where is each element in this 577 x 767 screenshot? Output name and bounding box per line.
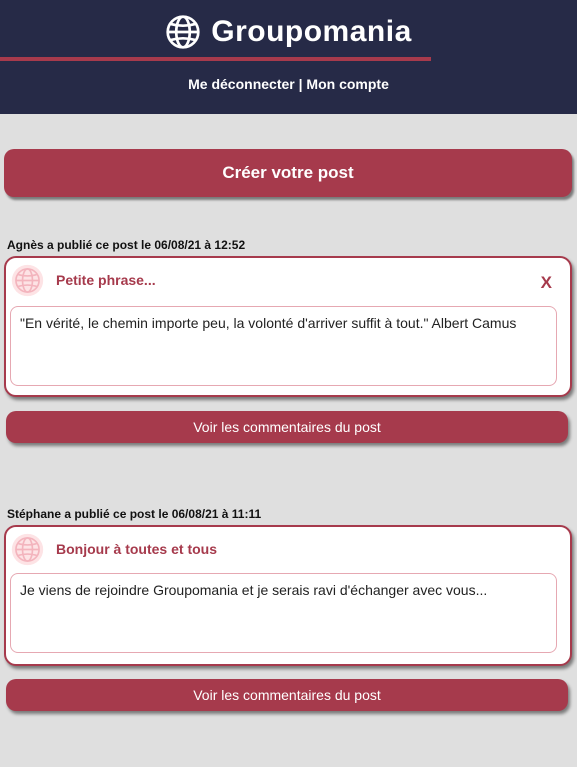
header: Groupomania Me déconnecter | Mon compte: [0, 0, 577, 114]
post-meta: Agnès a publié ce post le 06/08/21 à 12:…: [7, 238, 246, 252]
post-content: "En vérité, le chemin importe peu, la vo…: [10, 306, 557, 386]
post-title: Petite phrase...: [56, 272, 156, 288]
post-title: Bonjour à toutes et tous: [56, 541, 217, 557]
view-comments-button[interactable]: Voir les commentaires du post: [6, 679, 568, 711]
logout-link[interactable]: Me déconnecter: [188, 76, 295, 92]
view-comments-button[interactable]: Voir les commentaires du post: [6, 411, 568, 443]
create-post-button[interactable]: Créer votre post: [4, 149, 572, 197]
post-card: Petite phrase... X "En vérité, le chemin…: [4, 256, 572, 397]
brand-underline: [0, 57, 431, 61]
globe-icon: [11, 264, 44, 297]
globe-icon: [166, 15, 200, 49]
nav-links: Me déconnecter | Mon compte: [0, 76, 577, 92]
globe-icon: [11, 533, 44, 566]
account-link[interactable]: Mon compte: [306, 76, 388, 92]
brand-name: Groupomania: [211, 15, 412, 48]
logo: Groupomania: [0, 12, 577, 52]
delete-post-button[interactable]: X: [541, 273, 552, 293]
post-card: Bonjour à toutes et tous Je viens de rej…: [4, 525, 572, 666]
post-content: Je viens de rejoindre Groupomania et je …: [10, 573, 557, 653]
nav-separator: |: [298, 76, 303, 92]
post-meta: Stéphane a publié ce post le 06/08/21 à …: [7, 507, 262, 521]
